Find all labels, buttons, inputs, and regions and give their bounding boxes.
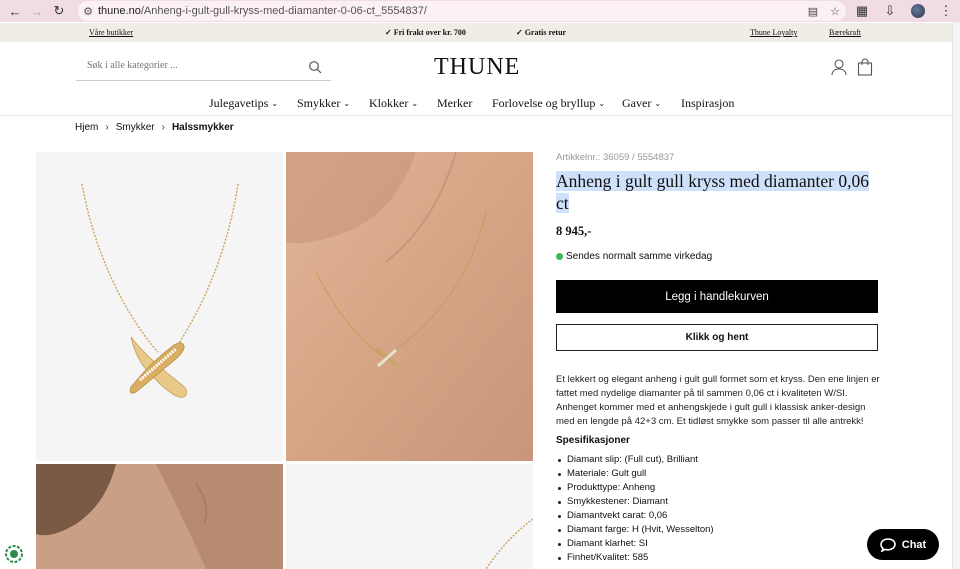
chat-bubble-icon — [879, 537, 896, 552]
product-title: Anheng i gult gull kryss med diamanter 0… — [556, 170, 878, 214]
product-title-text: Anheng i gult gull kryss med diamanter 0… — [556, 171, 870, 213]
translate-icon[interactable]: ▤ — [802, 5, 824, 18]
site-logo[interactable]: THUNE — [434, 54, 520, 81]
free-shipping-text: ✓ Fri frakt over kr. 700 — [385, 28, 466, 37]
nav-item-label: Smykker — [297, 96, 341, 110]
product-image-pendant[interactable] — [36, 152, 283, 461]
url-host: thune.no — [98, 5, 141, 17]
nav-item-label: Julegavetips — [209, 96, 269, 110]
spec-item: Smykkestener: Diamant — [556, 495, 714, 509]
nav-item-klokker[interactable]: Klokker ⌄ — [369, 96, 418, 111]
stock-status-text: Sendes normalt samme virkedag — [566, 251, 713, 262]
nav-item-smykker[interactable]: Smykker ⌄ — [297, 96, 350, 111]
nav-item-label: Inspirasjon — [681, 96, 735, 110]
breadcrumb-smykker[interactable]: Smykker — [116, 122, 155, 133]
product-price: 8 945,- — [556, 224, 592, 238]
nav-item-label: Merker — [437, 96, 473, 110]
chevron-right-icon: › — [161, 122, 165, 133]
free-returns-text: ✓ Gratis retur — [516, 28, 567, 37]
top-info-bar: Våre butikker ✓ Fri frakt over kr. 700 ✓… — [0, 23, 952, 42]
click-and-collect-button[interactable]: Klikk og hent — [556, 324, 878, 351]
main-navigation: Julegavetips ⌄ Smykker ⌄ Klokker ⌄ Merker F… — [0, 92, 952, 116]
loyalty-link[interactable]: Thune Loyalty — [750, 28, 797, 37]
breadcrumb-current: Halssmykker — [171, 122, 234, 133]
breadcrumb: Hjem › Smykker › Halssmykker — [75, 122, 234, 133]
search-input[interactable] — [87, 60, 287, 71]
nav-item-gaver[interactable]: Gaver ⌄ — [622, 96, 661, 111]
article-number: Artikkelnr.: 36059 / 5554837 — [556, 152, 675, 163]
chat-button[interactable]: Chat — [867, 529, 939, 560]
spec-item: Diamant slip: (Full cut), Brilliant — [556, 453, 714, 467]
chevron-down-icon: ⌄ — [271, 99, 279, 108]
chevron-down-icon: ⌄ — [598, 99, 606, 108]
spec-item: Materiale: Gult gull — [556, 467, 714, 481]
chat-label: Chat — [901, 538, 927, 551]
url-text[interactable]: thune.no/Anheng-i-gult-gull-kryss-med-di… — [98, 5, 802, 17]
product-image-model-neck[interactable] — [286, 152, 533, 461]
url-path: /Anheng-i-gult-gull-kryss-med-diamanter-… — [140, 5, 427, 17]
profile-avatar[interactable] — [904, 0, 932, 22]
site-settings-icon[interactable]: ⚙ — [78, 5, 98, 18]
specifications-heading: Spesifikasjoner — [556, 435, 630, 446]
nav-item-label: Forlovelse og bryllup — [492, 96, 596, 110]
download-icon[interactable]: ⇩ — [876, 0, 904, 22]
in-stock-dot-icon — [556, 253, 563, 260]
chevron-down-icon: ⌄ — [654, 99, 662, 108]
address-bar[interactable]: ⚙ thune.no/Anheng-i-gult-gull-kryss-med-… — [78, 1, 846, 21]
spec-item: Diamant farge: H (Hvit, Wesselton) — [556, 523, 714, 537]
back-icon[interactable]: ← — [4, 0, 26, 22]
bookmark-star-icon[interactable]: ☆ — [824, 5, 846, 18]
nav-item-julegavetips[interactable]: Julegavetips ⌄ — [209, 96, 278, 111]
add-to-cart-button[interactable]: Legg i handlekurven — [556, 280, 878, 313]
nav-item-merker[interactable]: Merker — [437, 96, 472, 111]
spec-item: Diamant klarhet: SI — [556, 537, 714, 551]
forward-icon[interactable]: → — [26, 0, 48, 22]
reload-icon[interactable]: ↻ — [48, 0, 70, 22]
trust-badge-icon[interactable] — [4, 544, 24, 564]
breadcrumb-home[interactable]: Hjem — [75, 122, 98, 133]
spec-item: Finhet/Kvalitet: 585 — [556, 551, 714, 565]
search-icon[interactable] — [308, 60, 322, 74]
stock-status: Sendes normalt samme virkedag — [556, 251, 712, 262]
product-description: Et lekkert og elegant anheng i gult gull… — [556, 374, 880, 427]
search-box[interactable] — [76, 56, 331, 81]
stores-link[interactable]: Våre butikker — [89, 28, 133, 37]
nav-item-inspirasjon[interactable]: Inspirasjon — [681, 96, 734, 111]
user-account-icon[interactable] — [830, 58, 848, 76]
nav-item-label: Klokker — [369, 96, 409, 110]
browser-toolbar: ← → ↻ ⚙ thune.no/Anheng-i-gult-gull-krys… — [0, 0, 960, 22]
scrollbar[interactable] — [952, 22, 960, 569]
extensions-icon[interactable]: ▦ — [848, 0, 876, 22]
site-header: THUNE — [0, 42, 952, 92]
avatar — [911, 4, 925, 18]
specifications-list: Diamant slip: (Full cut), Brilliant Mate… — [556, 453, 714, 565]
product-image-model-profile[interactable] — [36, 464, 283, 569]
product-image-detail[interactable] — [286, 464, 533, 569]
menu-icon[interactable]: ⋮ — [932, 0, 960, 22]
chevron-down-icon: ⌄ — [411, 99, 419, 108]
chevron-right-icon: › — [105, 122, 109, 133]
sustainability-link[interactable]: Bærekraft — [829, 28, 861, 37]
nav-item-forlovelse[interactable]: Forlovelse og bryllup ⌄ — [492, 96, 605, 111]
shopping-bag-icon[interactable] — [857, 58, 873, 76]
spec-item: Diamantvekt carat: 0,06 — [556, 509, 714, 523]
spec-item: Produkttype: Anheng — [556, 481, 714, 495]
chevron-down-icon: ⌄ — [343, 99, 351, 108]
nav-item-label: Gaver — [622, 96, 652, 110]
